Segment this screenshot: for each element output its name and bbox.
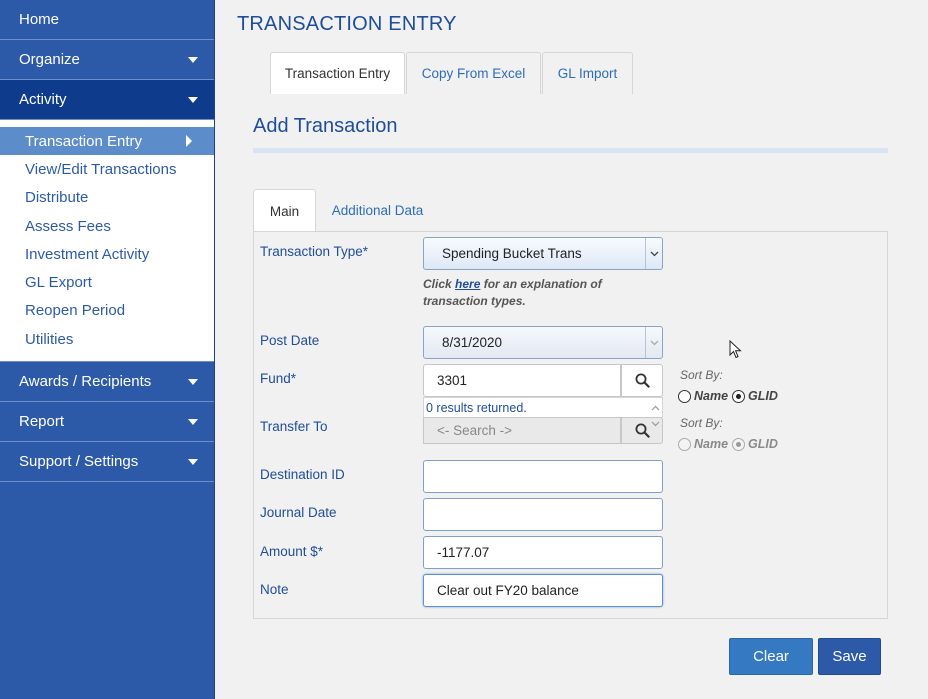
transaction-type-select[interactable]: Spending Bucket Trans	[423, 237, 663, 270]
transfer-sort-by-group: Name GLID	[678, 437, 778, 451]
fund-sort-by-group: Name GLID	[678, 389, 778, 403]
sort-glid-label: GLID	[748, 389, 778, 403]
submenu-label: View/Edit Transactions	[25, 160, 177, 178]
tab-gl-import[interactable]: GL Import	[542, 52, 633, 94]
transaction-type-help: Click here for an explanation of transac…	[423, 276, 663, 310]
sort-glid-radio[interactable]	[732, 389, 746, 403]
sort-name-radio[interactable]	[678, 437, 691, 451]
amount-value: -1177.07	[437, 545, 490, 560]
submenu-view-edit-transactions[interactable]: View/Edit Transactions	[0, 155, 214, 183]
fund-input[interactable]: 3301	[423, 364, 621, 397]
destination-id-label: Destination ID	[260, 467, 345, 482]
nav-home[interactable]: Home	[0, 0, 214, 40]
chevron-down-icon	[645, 327, 662, 358]
caret-down-icon	[188, 459, 198, 466]
post-date-label: Post Date	[260, 333, 320, 348]
journal-date-label: Journal Date	[260, 505, 337, 520]
submenu-label: Assess Fees	[25, 217, 111, 235]
help-link[interactable]: here	[455, 277, 480, 291]
submenu-investment-activity[interactable]: Investment Activity	[0, 240, 214, 268]
nav-support-settings[interactable]: Support / Settings	[0, 442, 214, 483]
help-prefix: Click	[423, 277, 456, 291]
submenu-label: GL Export	[25, 274, 92, 292]
search-icon	[635, 373, 650, 388]
submenu-transaction-entry[interactable]: Transaction Entry	[0, 127, 214, 156]
sidebar: Home Organize Activity Transaction Entry…	[0, 0, 215, 699]
journal-date-input[interactable]	[423, 498, 663, 531]
transfer-to-label: Transfer To	[260, 419, 328, 434]
sort-glid-radio[interactable]	[732, 437, 746, 451]
transaction-type-label: Transaction Type*	[260, 244, 369, 259]
tab-additional-data[interactable]: Additional Data	[316, 189, 439, 232]
destination-id-input[interactable]	[423, 460, 663, 493]
caret-down-icon	[188, 97, 198, 103]
submenu-gl-export[interactable]: GL Export	[0, 268, 214, 296]
submenu-label: Utilities	[25, 330, 74, 348]
nav-support-label: Support / Settings	[19, 453, 139, 471]
submenu-label: Distribute	[25, 189, 89, 207]
transaction-type-value: Spending Bucket Trans	[442, 246, 582, 261]
transfer-to-input[interactable]: <- Search ->	[423, 417, 621, 444]
chevron-down-icon	[645, 238, 662, 269]
post-date-select[interactable]: 8/31/2020	[423, 326, 663, 359]
nav-home-label: Home	[19, 11, 60, 28]
section-divider	[253, 148, 888, 153]
submenu-label: Investment Activity	[25, 245, 150, 263]
submenu-assess-fees[interactable]: Assess Fees	[0, 212, 214, 240]
section-title: Add Transaction	[253, 115, 398, 137]
sort-by-label: Sort By:	[680, 368, 723, 382]
nav-organize-label: Organize	[19, 51, 80, 68]
submenu-label: Transaction Entry	[25, 132, 142, 150]
nav-report[interactable]: Report	[0, 402, 214, 443]
submenu-utilities[interactable]: Utilities	[0, 325, 214, 353]
submenu-label: Reopen Period	[25, 302, 126, 320]
tab-main[interactable]: Main	[253, 189, 316, 232]
nav-activity-label: Activity	[19, 91, 67, 108]
arrow-right-icon	[186, 135, 192, 147]
caret-down-icon	[188, 379, 198, 386]
sort-by-label: Sort By:	[680, 416, 723, 430]
nav-awards-recipients[interactable]: Awards / Recipients	[0, 362, 214, 403]
fund-value: 3301	[437, 373, 468, 388]
submenu-distribute[interactable]: Distribute	[0, 184, 214, 212]
transfer-to-placeholder: <- Search ->	[437, 423, 513, 438]
activity-submenu: Transaction Entry View/Edit Transactions…	[0, 120, 214, 363]
fund-label: Fund*	[260, 371, 297, 386]
caret-down-icon	[188, 57, 198, 63]
main-content: TRANSACTION ENTRY Transaction Entry Copy…	[215, 0, 928, 699]
sort-glid-label: GLID	[748, 437, 778, 451]
sort-name-radio[interactable]	[678, 389, 691, 403]
tab-copy-from-excel[interactable]: Copy From Excel	[406, 52, 541, 94]
submenu-reopen-period[interactable]: Reopen Period	[0, 297, 214, 325]
caret-down-icon	[188, 419, 198, 426]
amount-label: Amount $*	[260, 544, 324, 559]
inner-tabs: Main Additional Data	[253, 189, 439, 232]
save-button[interactable]: Save	[818, 638, 881, 675]
note-label: Note	[260, 582, 289, 597]
nav-report-label: Report	[19, 413, 65, 431]
clear-button[interactable]: Clear	[729, 638, 813, 675]
scroll-down-icon[interactable]	[647, 414, 663, 434]
fund-search-button[interactable]	[621, 364, 663, 397]
page-title: TRANSACTION ENTRY	[237, 13, 457, 35]
mouse-cursor-icon	[729, 340, 742, 359]
amount-input[interactable]: -1177.07	[423, 536, 663, 569]
fund-results-text: 0 results returned.	[423, 397, 663, 418]
sort-name-label: Name	[694, 437, 729, 451]
sort-name-label: Name	[694, 389, 729, 403]
note-value: Clear out FY20 balance	[437, 583, 579, 598]
tab-transaction-entry[interactable]: Transaction Entry	[270, 52, 405, 94]
nav-activity[interactable]: Activity	[0, 80, 214, 120]
post-date-value: 8/31/2020	[442, 335, 503, 350]
nav-awards-label: Awards / Recipients	[19, 373, 152, 391]
note-input[interactable]: Clear out FY20 balance	[423, 574, 663, 607]
top-tabs: Transaction Entry Copy From Excel GL Imp…	[270, 52, 634, 94]
nav-organize[interactable]: Organize	[0, 40, 214, 80]
